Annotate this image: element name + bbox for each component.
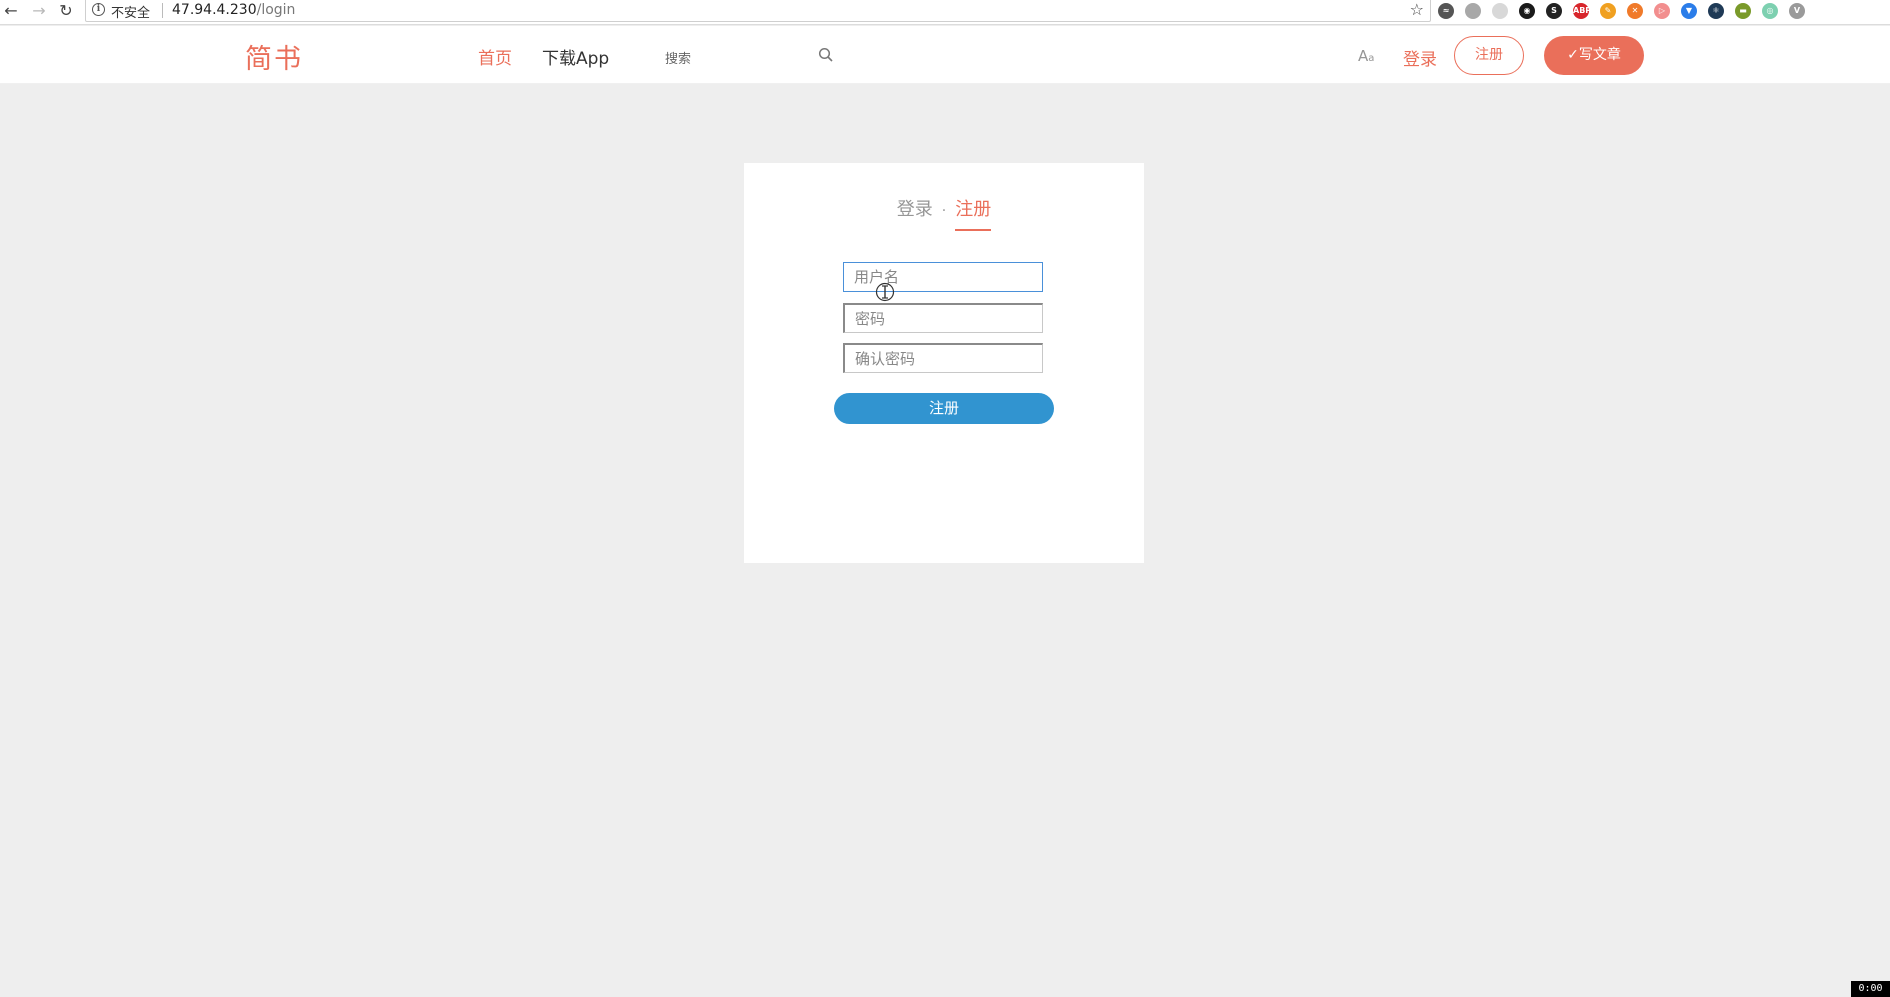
- reload-icon[interactable]: ↻: [57, 2, 75, 20]
- extension-8-icon[interactable]: ✕: [1627, 3, 1643, 19]
- extension-14-icon[interactable]: V: [1789, 3, 1805, 19]
- address-bar[interactable]: i 不安全 47.94.4.230/login ☆: [85, 0, 1431, 22]
- extension-11-icon[interactable]: ⚛: [1708, 3, 1724, 19]
- extensions-bar: ≈ ◉ S ABP ✎ ✕ ▷ ▼ ⚛ ▬ ◎ V: [1438, 2, 1805, 20]
- url-text[interactable]: 47.94.4.230/login: [172, 2, 295, 18]
- video-timecode: 0:00: [1851, 981, 1890, 997]
- username-input[interactable]: [843, 262, 1043, 292]
- extension-1-icon[interactable]: ≈: [1438, 3, 1454, 19]
- extension-7-icon[interactable]: ✎: [1600, 3, 1616, 19]
- extension-5-icon[interactable]: S: [1546, 3, 1562, 19]
- tab-separator: ·: [941, 203, 947, 219]
- text-cursor-icon: [875, 282, 895, 302]
- password-input[interactable]: [843, 303, 1043, 333]
- site-logo[interactable]: 简书: [245, 37, 303, 76]
- security-label[interactable]: 不安全: [111, 2, 150, 21]
- url-separator: [162, 3, 163, 18]
- register-button[interactable]: 注册: [1454, 36, 1524, 75]
- auth-tabs: 登录 · 注册: [744, 195, 1144, 231]
- info-icon[interactable]: i: [92, 3, 105, 16]
- forward-arrow-icon[interactable]: →: [30, 2, 48, 20]
- extension-3-icon[interactable]: [1492, 3, 1508, 19]
- browser-toolbar: ← → ↻ i 不安全 47.94.4.230/login ☆ ≈ ◉ S ABP ✎ ✕…: [0, 0, 1890, 25]
- register-card: 登录 · 注册 注册: [744, 163, 1144, 563]
- adblock-plus-icon[interactable]: ABP: [1573, 3, 1591, 19]
- login-link[interactable]: 登录: [1403, 45, 1437, 70]
- extension-13-icon[interactable]: ◎: [1762, 3, 1778, 19]
- search-placeholder: 搜索: [665, 52, 692, 67]
- pen-icon: ✓: [1567, 47, 1579, 63]
- extension-2-icon[interactable]: [1465, 3, 1481, 19]
- font-size-toggle[interactable]: Aa: [1358, 47, 1374, 65]
- site-header: 简书 首页 下载App 搜索 Aa 登录 注册 ✓写文章: [0, 26, 1890, 84]
- tab-register[interactable]: 注册: [955, 195, 992, 231]
- bookmark-star-icon[interactable]: ☆: [1410, 0, 1424, 19]
- confirm-password-input[interactable]: [843, 343, 1043, 373]
- back-arrow-icon[interactable]: ←: [2, 2, 20, 20]
- extension-10-icon[interactable]: ▼: [1681, 3, 1697, 19]
- extension-9-icon[interactable]: ▷: [1654, 3, 1670, 19]
- nav-download-app[interactable]: 下载App: [542, 44, 609, 69]
- write-article-button[interactable]: ✓写文章: [1544, 36, 1644, 75]
- nav-home[interactable]: 首页: [478, 44, 512, 69]
- tab-login[interactable]: 登录: [897, 199, 933, 220]
- extension-12-icon[interactable]: ▬: [1735, 3, 1751, 19]
- search-icon[interactable]: [818, 47, 834, 63]
- extension-4-icon[interactable]: ◉: [1519, 3, 1535, 19]
- submit-register-button[interactable]: 注册: [834, 393, 1054, 424]
